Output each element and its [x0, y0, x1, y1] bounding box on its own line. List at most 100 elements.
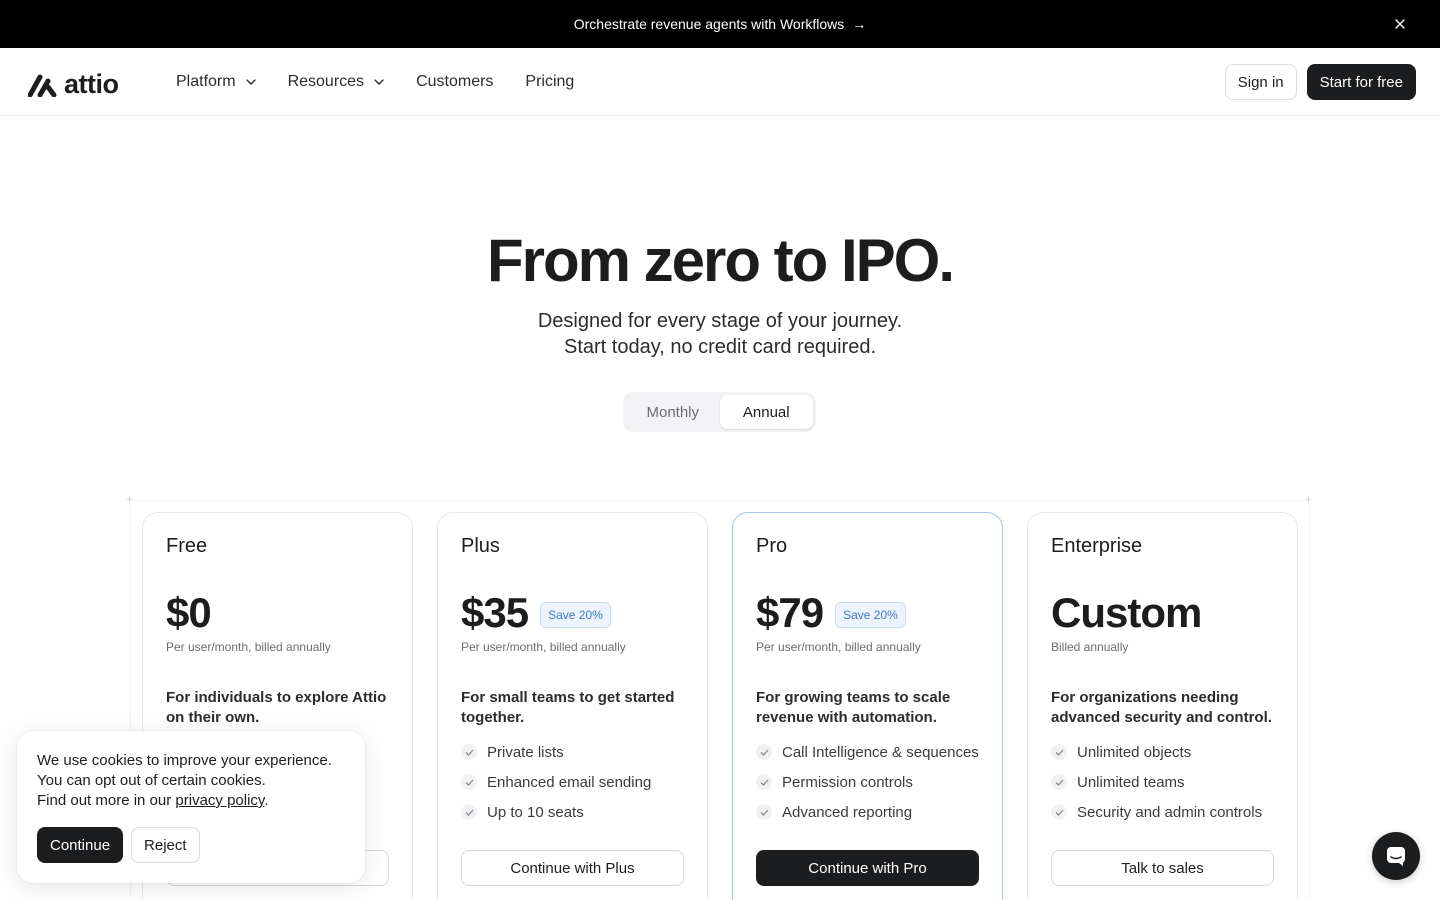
plus-mark-icon: +: [126, 492, 134, 506]
cookie-line-1: We use cookies to improve your experienc…: [37, 752, 332, 769]
feature-text: Advanced reporting: [782, 803, 913, 821]
feature-list: Unlimited objects Unlimited teams Securi…: [1051, 737, 1262, 827]
plan-description: For small teams to get started together.: [461, 689, 675, 726]
feature-text: Security and admin controls: [1077, 803, 1263, 821]
feature-text: Up to 10 seats: [487, 803, 584, 821]
nav-resources[interactable]: Resources: [288, 73, 384, 91]
main-menu: Platform Resources Customers Pricing: [176, 48, 606, 116]
plan-card-plus: Plus $35 Save 20% Per user/month, billed…: [437, 512, 708, 900]
cookie-message: We use cookies to improve your experienc…: [37, 751, 345, 811]
feature-text: Permission controls: [782, 773, 913, 791]
feature-text: Private lists: [487, 743, 564, 761]
announcement-bar: Orchestrate revenue agents with Workflow…: [0, 0, 1440, 48]
cookie-actions: Continue Reject: [37, 827, 200, 863]
plan-description: For individuals to explore Attio on thei…: [166, 689, 387, 726]
feature-text: Unlimited objects: [1077, 743, 1192, 761]
feature-item: Unlimited teams: [1051, 767, 1262, 797]
talk-to-sales-button[interactable]: Talk to sales: [1051, 850, 1274, 886]
plan-price: $0: [166, 589, 212, 636]
check-icon: [461, 744, 477, 760]
toggle-annual[interactable]: Annual: [719, 395, 813, 429]
feature-item: Up to 10 seats: [461, 797, 651, 827]
feature-text: Call Intelligence & sequences: [782, 743, 979, 761]
feature-list: Call Intelligence & sequences Permission…: [756, 737, 979, 827]
plan-price: Custom: [1051, 589, 1202, 636]
plan-card-enterprise: Enterprise Custom Billed annually For or…: [1027, 512, 1298, 900]
nav-resources-label: Resources: [287, 73, 365, 90]
plan-price: $79: [756, 589, 824, 636]
nav-pricing-label: Pricing: [525, 73, 575, 90]
price-row: $79 Save 20%: [756, 589, 906, 637]
chevron-down-icon: [245, 79, 256, 85]
nav-pricing[interactable]: Pricing: [525, 73, 574, 91]
subtitle-line-2: Start today, no credit card required.: [563, 336, 876, 358]
close-icon[interactable]: [1392, 16, 1408, 32]
logo[interactable]: attio: [28, 69, 119, 100]
announcement-link[interactable]: Orchestrate revenue agents with Workflow…: [574, 16, 867, 32]
plus-mark-icon: +: [1305, 492, 1313, 506]
check-icon: [1051, 804, 1067, 820]
nav-customers[interactable]: Customers: [416, 73, 493, 91]
subtitle-line-1: Designed for every stage of your journey…: [537, 310, 903, 332]
check-icon: [1051, 744, 1067, 760]
check-icon: [756, 744, 772, 760]
billing-note: Per user/month, billed annually: [166, 640, 331, 654]
feature-text: Enhanced email sending: [487, 773, 652, 791]
billing-note: Per user/month, billed annually: [756, 640, 921, 654]
top-nav: attio Platform Resources Customers Prici…: [0, 48, 1440, 116]
attio-logo-icon: [28, 74, 57, 97]
chat-icon: [1387, 847, 1405, 866]
continue-with-pro-button[interactable]: Continue with Pro: [756, 850, 979, 886]
plan-description: For organizations needing advanced secur…: [1051, 689, 1272, 726]
feature-item: Unlimited objects: [1051, 737, 1262, 767]
billing-note: Billed annually: [1051, 640, 1129, 654]
cookie-line-3: Find out more in our privacy policy.: [37, 791, 345, 811]
check-icon: [756, 774, 772, 790]
toggle-monthly[interactable]: Monthly: [626, 395, 720, 429]
feature-item: Advanced reporting: [756, 797, 979, 827]
logo-text: attio: [64, 69, 119, 99]
check-icon: [461, 774, 477, 790]
nav-platform-label: Platform: [176, 73, 236, 90]
plan-name: Plus: [461, 535, 500, 557]
plan-card-pro: Pro $79 Save 20% Per user/month, billed …: [732, 512, 1003, 900]
cookie-line-3-prefix: Find out more in our: [37, 792, 176, 809]
plan-name: Enterprise: [1051, 535, 1143, 557]
billing-toggle: Monthly Annual: [623, 392, 816, 432]
privacy-policy-link[interactable]: privacy policy: [175, 792, 264, 809]
nav-platform[interactable]: Platform: [176, 73, 256, 91]
nav-actions: Sign in Start for free: [1224, 64, 1416, 100]
check-icon: [461, 804, 477, 820]
plan-description: For growing teams to scale revenue with …: [756, 689, 951, 726]
cookie-line-3-suffix: .: [264, 792, 269, 809]
save-badge: Save 20%: [540, 602, 611, 628]
price-row: $35 Save 20%: [461, 589, 611, 637]
plan-price: $35: [461, 589, 529, 636]
cookie-continue-button[interactable]: Continue: [37, 827, 124, 863]
billing-note: Per user/month, billed annually: [461, 640, 626, 654]
continue-with-plus-button[interactable]: Continue with Plus: [461, 850, 684, 886]
nav-customers-label: Customers: [416, 73, 494, 90]
plan-name: Free: [166, 535, 208, 557]
chat-launcher-button[interactable]: [1372, 832, 1420, 880]
cookie-banner: We use cookies to improve your experienc…: [17, 731, 365, 883]
start-for-free-button[interactable]: Start for free: [1306, 64, 1416, 100]
feature-text: Unlimited teams: [1077, 773, 1185, 791]
feature-item: Security and admin controls: [1051, 797, 1262, 827]
page-title: From zero to IPO.: [486, 227, 955, 294]
arrow-right-icon: →: [852, 16, 867, 32]
grid-line: [1309, 500, 1310, 900]
cookie-reject-button[interactable]: Reject: [131, 827, 200, 863]
feature-item: Enhanced email sending: [461, 767, 651, 797]
sign-in-button[interactable]: Sign in: [1224, 64, 1297, 100]
save-badge: Save 20%: [835, 602, 906, 628]
check-icon: [1051, 774, 1067, 790]
feature-item: Private lists: [461, 737, 651, 767]
check-icon: [756, 804, 772, 820]
announcement-text: Orchestrate revenue agents with Workflow…: [573, 16, 845, 32]
page-subtitle: Designed for every stage of your journey…: [0, 308, 1440, 360]
feature-list: Private lists Enhanced email sending Up …: [461, 737, 651, 827]
cookie-line-2: You can opt out of certain cookies.: [37, 772, 266, 789]
feature-item: Permission controls: [756, 767, 979, 797]
feature-item: Call Intelligence & sequences: [756, 737, 979, 767]
